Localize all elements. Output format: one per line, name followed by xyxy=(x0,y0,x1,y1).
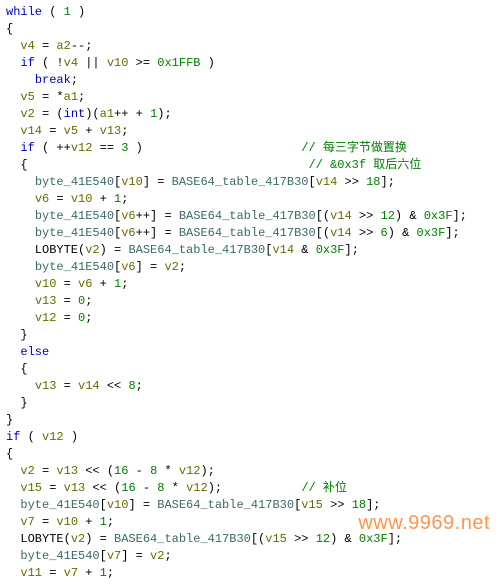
code-line: v13 = v14 << 8; xyxy=(6,378,494,395)
code-line: v12 = 0; xyxy=(6,310,494,327)
code-line: if ( v12 ) xyxy=(6,429,494,446)
code-line: { // &0x3f 取后六位 xyxy=(6,157,494,174)
code-line: if ( !v4 || v10 >= 0x1FFB ) xyxy=(6,55,494,72)
code-line: byte_41E540[v6] = v2; xyxy=(6,259,494,276)
watermark: www.9969.net xyxy=(358,515,490,532)
code-line: v14 = v5 + v13; xyxy=(6,123,494,140)
code-line: LOBYTE(v2) = BASE64_table_417B30[v14 & 0… xyxy=(6,242,494,259)
code-line: byte_41E540[v10] = BASE64_table_417B30[v… xyxy=(6,174,494,191)
code-line: v13 = 0; xyxy=(6,293,494,310)
code-line: v15 = v13 << (16 - 8 * v12); // 补位 xyxy=(6,480,494,497)
code-line: } xyxy=(6,412,494,429)
code-line: byte_41E540[v6++] = BASE64_table_417B30[… xyxy=(6,225,494,242)
code-line: } xyxy=(6,395,494,412)
code-line: v2 = v13 << (16 - 8 * v12); xyxy=(6,463,494,480)
code-line: else xyxy=(6,344,494,361)
code-line: { xyxy=(6,446,494,463)
code-line: { xyxy=(6,21,494,38)
code-line: v5 = *a1; xyxy=(6,89,494,106)
code-block: while ( 1 ){ v4 = a2--; if ( !v4 || v10 … xyxy=(0,0,500,586)
code-line: v2 = (int)(a1++ + 1); xyxy=(6,106,494,123)
code-line: byte_41E540[v7] = v2; xyxy=(6,548,494,565)
code-line: v4 = a2--; xyxy=(6,38,494,55)
code-line: { xyxy=(6,361,494,378)
code-line: if ( ++v12 == 3 ) // 每三字节做置换 xyxy=(6,140,494,157)
code-line: while ( 1 ) xyxy=(6,4,494,21)
code-line: break; xyxy=(6,72,494,89)
code-line: v6 = v10 + 1; xyxy=(6,191,494,208)
code-line: v11 = v7 + 1; xyxy=(6,565,494,582)
code-line: } xyxy=(6,327,494,344)
code-line: byte_41E540[v6++] = BASE64_table_417B30[… xyxy=(6,208,494,225)
code-line: v10 = v6 + 1; xyxy=(6,276,494,293)
